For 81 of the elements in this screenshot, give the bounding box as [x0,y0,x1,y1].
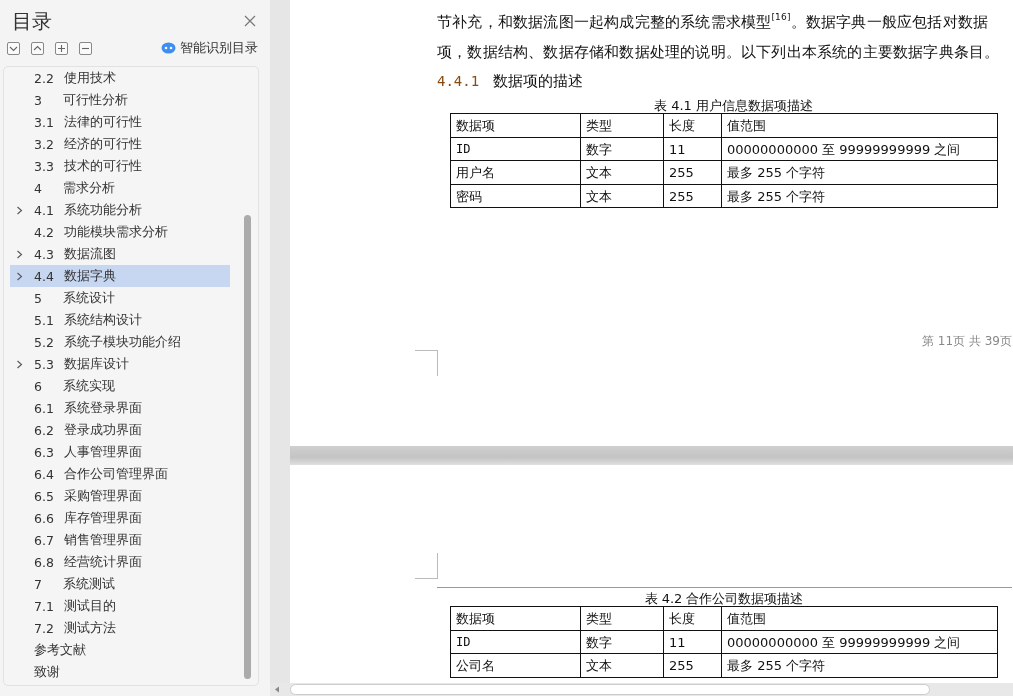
table-cell: 255 [664,161,722,185]
table-cell: 00000000000 至 99999999999 之间 [722,137,998,161]
table-cell: 文本 [581,161,664,185]
column-header: 长度 [664,607,722,631]
toc-item[interactable]: 6.4 合作公司管理界面 [10,463,230,485]
toc-item[interactable]: 4.3 数据流图 [10,243,230,265]
toc-item[interactable]: 5 系统设计 [10,287,230,309]
table-cell: 文本 [581,184,664,208]
toc-item[interactable]: 7.1 测试目的 [10,595,230,617]
table-cell: ID [451,630,581,654]
toc-item[interactable]: 6.3 人事管理界面 [10,441,230,463]
toc-item[interactable]: 3.1 法律的可行性 [10,111,230,133]
scroll-left-icon[interactable] [274,686,280,693]
table-cell: 文本 [581,654,664,678]
chevron-right-icon[interactable] [15,359,24,369]
toc-item[interactable]: 参考文献 [10,639,230,661]
chevron-right-icon[interactable] [15,271,24,281]
toc-item[interactable]: 4.2 功能模块需求分析 [10,221,230,243]
table-cell: 最多 255 个字符 [722,654,998,678]
column-header: 长度 [664,114,722,138]
smart-toc-button[interactable]: 智能识别目录 [161,39,258,57]
chevron-right-icon[interactable] [15,249,24,259]
table-caption: 表 4.1 用户信息数据项描述 [654,98,813,113]
minus-button[interactable] [79,41,92,55]
toc-item[interactable]: 4.4 数据字典 [10,265,230,287]
toc-item[interactable]: 6.8 经营统计界面 [10,551,230,573]
toc-item[interactable]: 6.1 系统登录界面 [10,397,230,419]
crop-mark [415,350,438,376]
chevron-down-button[interactable] [7,41,20,55]
table-cell: 11 [664,630,722,654]
scrollbar-thumb[interactable] [290,684,930,695]
toc-item[interactable]: 6.5 采购管理界面 [10,485,230,507]
column-header: 类型 [581,114,664,138]
table-caption: 表 4.2 合作公司数据项描述 [644,591,804,606]
toc-item[interactable]: 6.2 登录成功界面 [10,419,230,441]
table-cell: 255 [664,184,722,208]
panel-title: 目录 [12,7,52,35]
scrollbar-thumb[interactable] [244,215,251,679]
toc-item[interactable]: 2.2 使用技术 [10,67,230,89]
toc-item[interactable]: 3 可行性分析 [10,89,230,111]
table-cell: ID [451,137,581,161]
chevron-up-icon [33,43,42,53]
table-cell: 用户名 [451,161,581,185]
chevron-right-icon[interactable] [15,205,24,215]
column-header: 数据项 [451,607,581,631]
toc-item[interactable]: 致谢 [10,661,230,683]
body-paragraph: 节补充，和数据流图一起构成完整的系统需求模型$^{[16]}$。数据字典一般应包括对数据项，数据结构、数据存储和数据处理的说明。以下列出本系统的主要数据字典条目。 [437,11,1001,63]
close-icon[interactable] [244,15,256,27]
plus-button[interactable] [55,41,68,55]
column-header: 类型 [581,607,664,631]
crop-mark [415,553,438,579]
chevron-up-button[interactable] [31,41,44,55]
robot-face-icon [161,42,176,54]
column-header: 值范围 [722,607,998,631]
toc-item[interactable]: 6.6 库存管理界面 [10,507,230,529]
toc-item[interactable]: 7.2 测试方法 [10,617,230,639]
toc-item[interactable]: 3.3 技术的可行性 [10,155,230,177]
column-header: 数据项 [451,114,581,138]
toc-item[interactable]: 7 系统测试 [10,573,230,595]
toc-item[interactable]: 5.3 数据库设计 [10,353,230,375]
table-cell: 00000000000 至 99999999999 之间 [722,630,998,654]
toc-item[interactable]: 3.2 经济的可行性 [10,133,230,155]
section-heading: 数据项的描述 [493,71,584,91]
table-cell: 11 [664,137,722,161]
table-cell: 密码 [451,184,581,208]
section-number: 4.4.1 [437,73,480,89]
table-cell: 最多 255 个字符 [722,161,998,185]
toc-item[interactable]: 5.1 系统结构设计 [10,309,230,331]
table-cell: 公司名 [451,654,581,678]
toc-item[interactable]: 4 需求分析 [10,177,230,199]
toc-item[interactable]: 4.1 系统功能分析 [10,199,230,221]
toc-item[interactable]: 5.2 系统子模块功能介绍 [10,331,230,353]
table-cell: 数字 [581,630,664,654]
table-cell: 最多 255 个字符 [722,184,998,208]
column-header: 值范围 [722,114,998,138]
table-cell: 数字 [581,137,664,161]
toc-item[interactable]: 6 系统实现 [10,375,230,397]
toc-item[interactable]: 6.7 销售管理界面 [10,529,230,551]
plus-icon [57,43,66,53]
page-number: 第 11页 共 39页 [922,333,1012,350]
table-cell: 255 [664,654,722,678]
